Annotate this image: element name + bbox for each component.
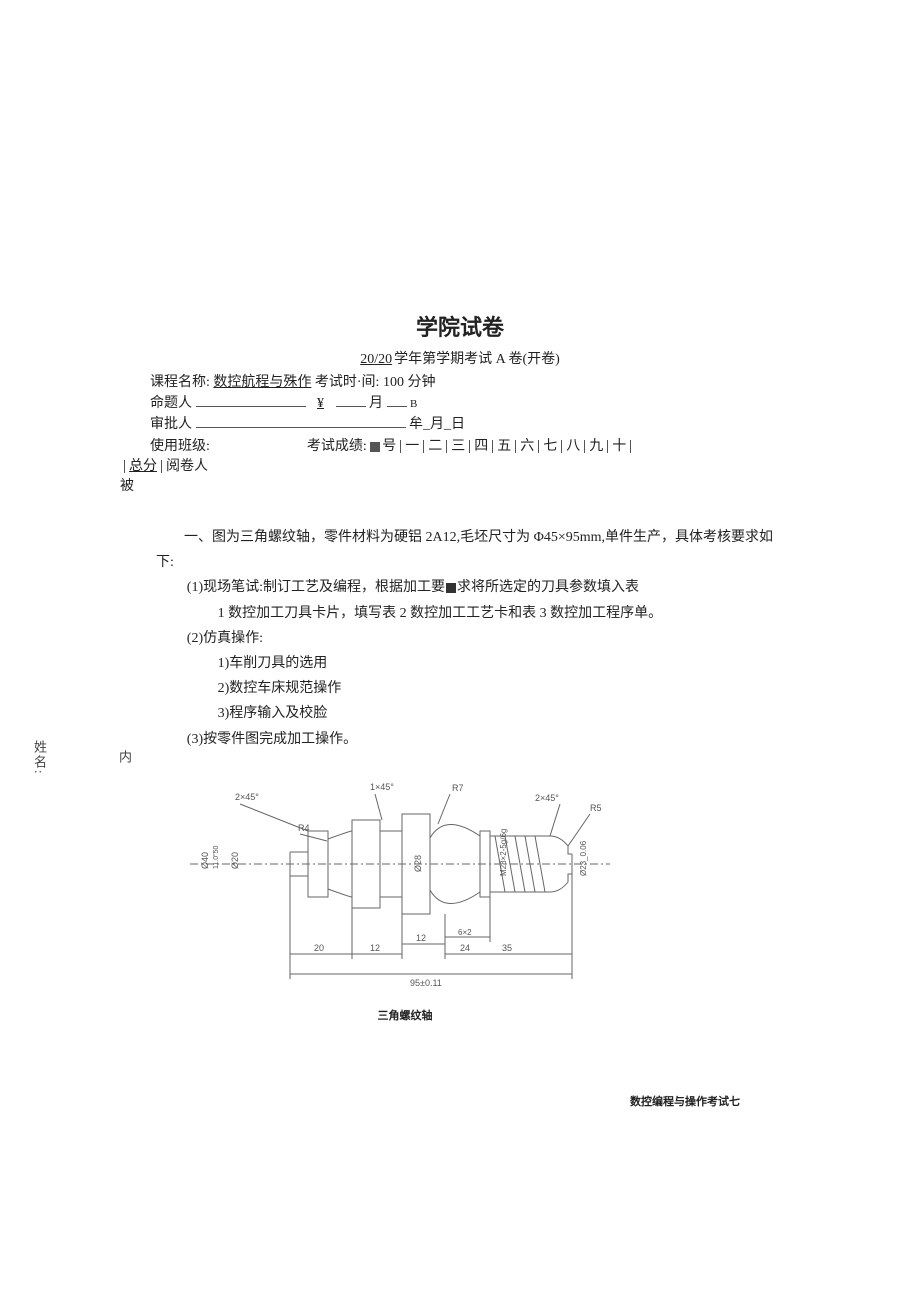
technical-drawing: 2×45° 1×45° R7 2×45° R5 R4 Ø40 11.0″50 Ø… xyxy=(180,764,630,1023)
author-line: 命题人 ¥ 月 B xyxy=(0,393,920,414)
side-nei-label: 内 xyxy=(115,750,134,763)
separator-icon xyxy=(492,440,493,453)
score-cell: 号 xyxy=(382,439,396,454)
q2-3: 3)程序输入及校脸 xyxy=(156,701,780,726)
fig-chamfer-left: 2×45° xyxy=(235,792,259,802)
page-title: 学院试卷 xyxy=(0,310,920,342)
q3-line: (3)按零件图完成加工操作。 xyxy=(156,727,780,752)
separator-icon xyxy=(515,440,516,453)
fig-total: 95±0.11 xyxy=(410,978,442,988)
figure-caption: 三角螺纹轴 xyxy=(180,1007,630,1023)
score-cell: 四 xyxy=(474,439,488,454)
separator-icon xyxy=(607,440,608,453)
fig-left-d1: Ø40 xyxy=(200,852,210,869)
q2-2: 2)数控车床规范操作 xyxy=(156,676,780,701)
fig-dim12b: 12 xyxy=(416,933,426,943)
score-line: 使用班级: 考试成绩: 号一二三四五六七八九十 xyxy=(0,435,920,455)
score-cell: 五 xyxy=(497,439,511,454)
fig-d28: Ø28 xyxy=(413,855,423,872)
below-label: 被 xyxy=(0,475,920,495)
side-name-label: 姓名: xyxy=(30,740,49,776)
fig-thread: M28×2-5g/6g xyxy=(499,828,508,875)
score-cell: 一 xyxy=(405,439,419,454)
separator-icon xyxy=(423,440,424,453)
fig-dim20: 20 xyxy=(314,943,324,953)
score-cell: 三 xyxy=(451,439,465,454)
course-line: 课程名称: 数控航程与殊作 考试时·间: 100 分钟 xyxy=(0,372,920,393)
q1-tables: 1 数控加工刀具卡片，填写表 2 数控加工工艺卡和表 3 数控加工程序单。 xyxy=(156,601,780,626)
fig-dim24: 24 xyxy=(460,943,470,953)
fig-r5: R5 xyxy=(590,803,602,813)
fig-left-d2: 11.0″50 xyxy=(213,845,220,868)
score-cell: 九 xyxy=(589,439,603,454)
separator-icon xyxy=(446,440,447,453)
score-cell: 六 xyxy=(520,439,534,454)
separator-icon xyxy=(538,440,539,453)
separator-icon xyxy=(469,440,470,453)
question-body: 一、图为三角螺纹轴，零件材料为硬铝 2A12,毛坯尺寸为 Φ45×95mm,单件… xyxy=(0,495,920,752)
page-footer: 数控编程与操作考试七 xyxy=(0,1093,920,1109)
section-1-lead: 一、图为三角螺纹轴，零件材料为硬铝 2A12,毛坯尺寸为 Φ45×95mm,单件… xyxy=(156,525,780,575)
score-cell: 十 xyxy=(612,439,626,454)
fig-right-dia: Ø23_0.06 xyxy=(579,840,588,876)
separator-icon xyxy=(400,440,401,453)
separator-icon xyxy=(561,440,562,453)
q2-line: (2)仿真操作: xyxy=(156,626,780,651)
fig-dim12a: 12 xyxy=(370,943,380,953)
fig-dim35: 35 xyxy=(502,943,512,953)
fig-d20: Ø20 xyxy=(230,852,240,869)
fig-chamfer-mid: 1×45° xyxy=(370,782,394,792)
score-cell: 八 xyxy=(566,439,580,454)
exam-session-line: 20/20学年第学期考试 A 卷(开卷) xyxy=(0,348,920,368)
fig-r4: R4 xyxy=(298,823,310,833)
fig-notch: 6×2 xyxy=(458,928,472,937)
q1-line: (1)现场笔试:制订工艺及编程，根据加工要求将所选定的刀具参数填入表 xyxy=(156,575,780,600)
separator-icon xyxy=(584,440,585,453)
separator-icon xyxy=(630,440,631,453)
fig-r7: R7 xyxy=(452,783,464,793)
totals-line: 总分阅卷人 xyxy=(0,455,920,475)
fig-chamfer-right: 2×45° xyxy=(535,793,559,803)
black-square-icon xyxy=(446,583,456,593)
black-square-icon xyxy=(370,442,380,452)
q2-1: 1)车削刀具的选用 xyxy=(156,651,780,676)
score-cell: 七 xyxy=(543,439,557,454)
score-cell: 二 xyxy=(428,439,442,454)
approver-line: 审批人 牟_月_日 xyxy=(0,414,920,435)
